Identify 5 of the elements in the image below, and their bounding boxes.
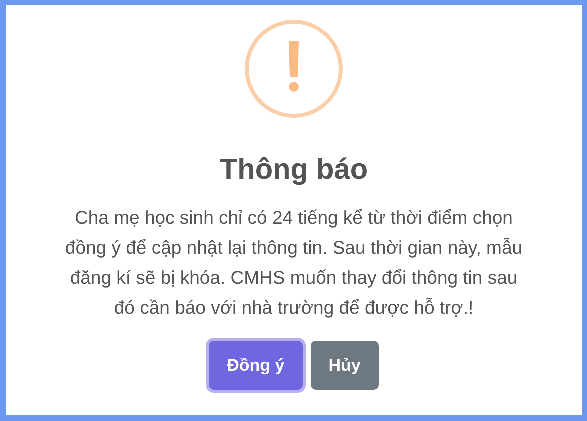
- warning-icon: [244, 19, 344, 119]
- dialog-message: Cha mẹ học sinh chỉ có 24 tiếng kể từ thời điểm chọn đồng ý để cập nhật lại thông tin. Sau thời gian này, mẫu đăng kí sẽ bị khóa. CMHS muốn thay đổi thông tin sau đó cần báo với nhà trường để được hỗ trợ.!: [64, 206, 524, 320]
- dialog-title: Thông báo: [220, 153, 368, 188]
- cancel-button[interactable]: Hủy: [310, 340, 379, 390]
- confirm-button[interactable]: Đồng ý: [209, 340, 303, 390]
